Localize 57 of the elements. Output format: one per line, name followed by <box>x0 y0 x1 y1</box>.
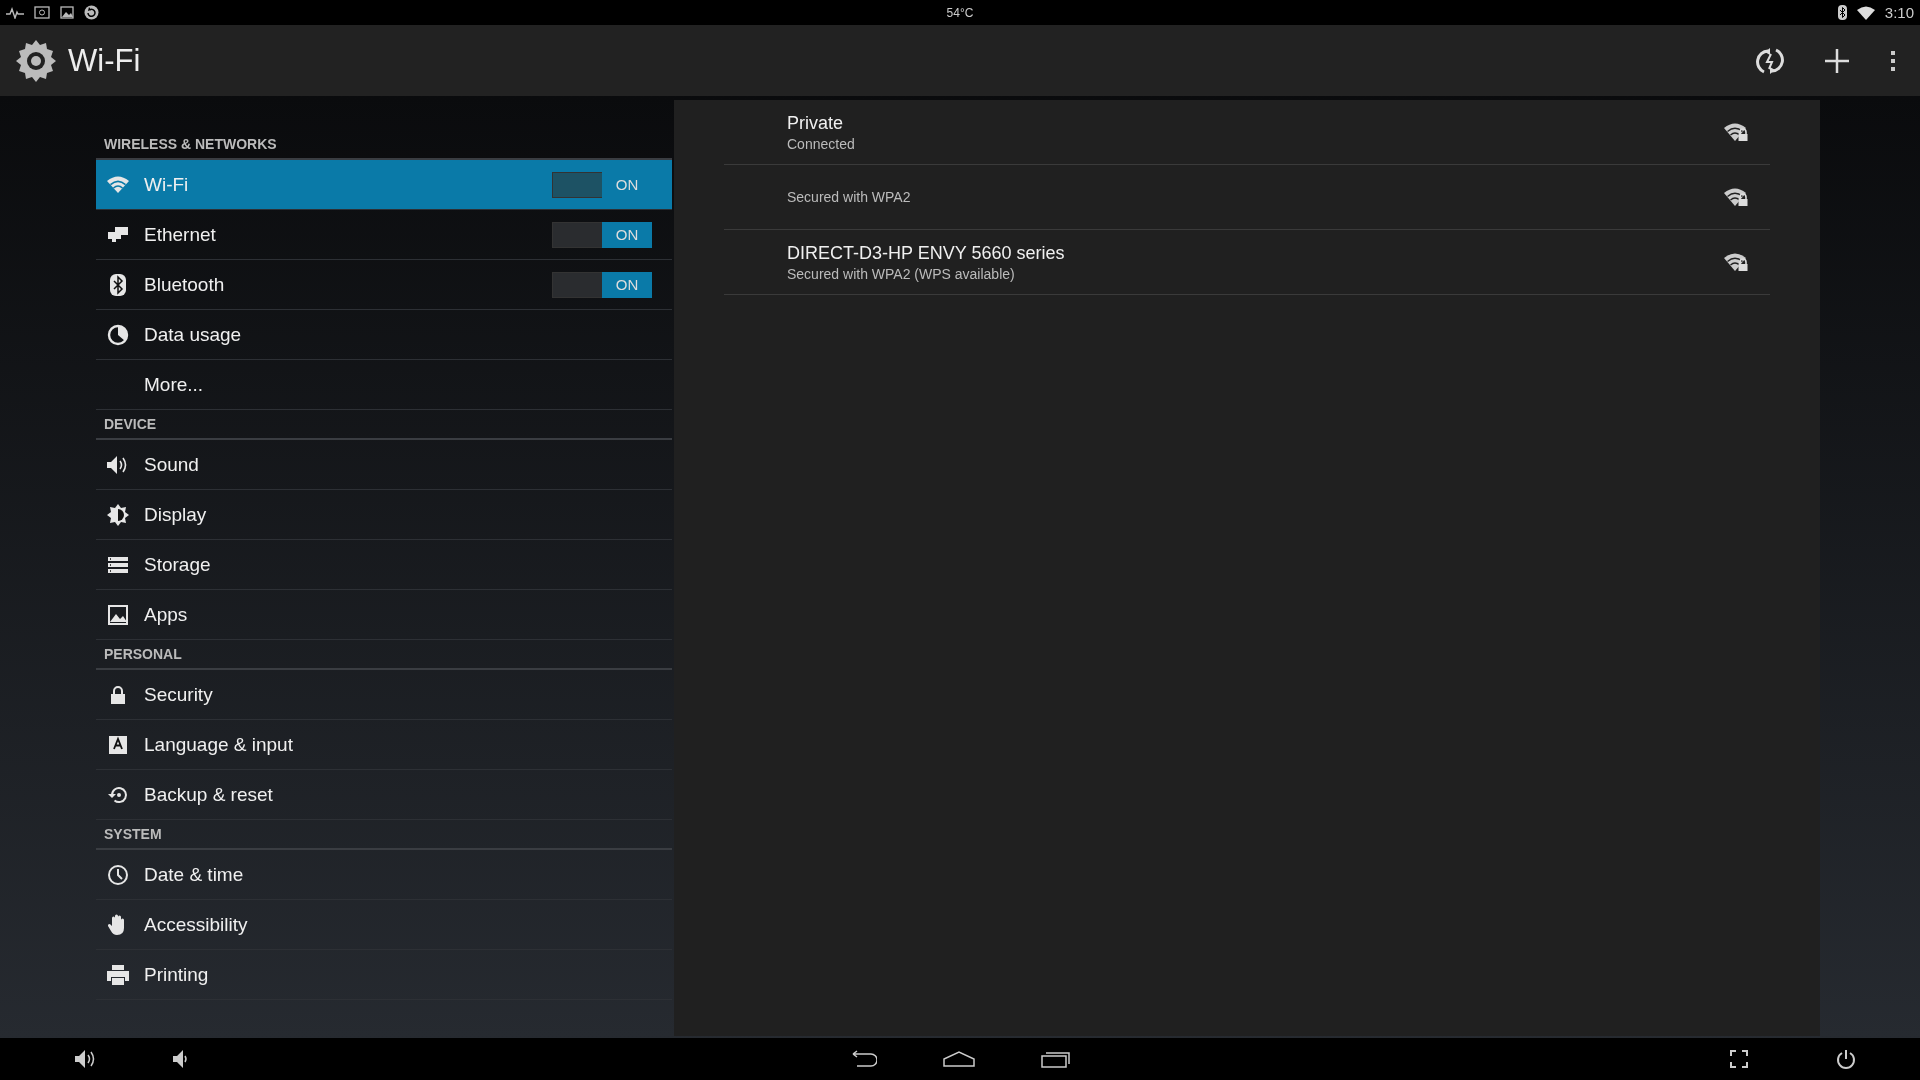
section-header: SYSTEM <box>96 820 672 850</box>
ethernet-icon <box>107 225 129 244</box>
network-item[interactable]: DIRECT-D3-HP ENVY 5660 series Secured with WPA2 (WPS available) <box>724 230 1770 295</box>
bluetooth-icon <box>1837 5 1847 20</box>
screenshot-icon <box>34 6 50 19</box>
section-header: PERSONAL <box>96 640 672 670</box>
toggle-switch[interactable]: ON <box>552 221 652 248</box>
settings-item[interactable]: Storage <box>96 540 672 590</box>
settings-item[interactable]: Language & input <box>96 720 672 770</box>
wifi-signal-icon <box>1856 5 1875 20</box>
overflow-menu-icon <box>1890 49 1896 72</box>
pulse-icon <box>6 6 24 19</box>
clock-text: 3:10 <box>1884 4 1914 21</box>
settings-item[interactable]: Date & time <box>96 850 672 900</box>
volume-down-icon <box>172 1049 188 1069</box>
brightness-icon <box>107 503 129 526</box>
settings-item[interactable]: Apps <box>96 590 672 640</box>
home-icon <box>943 1051 975 1067</box>
wifi-icon <box>107 175 129 194</box>
toggle-switch[interactable]: ON <box>552 171 652 198</box>
power-icon <box>1836 1049 1856 1069</box>
settings-item[interactable]: Bluetooth ON <box>96 260 672 310</box>
settings-item[interactable]: Accessibility <box>96 900 672 950</box>
secured-wifi-icon <box>1724 187 1750 207</box>
printer-icon <box>106 963 130 986</box>
bluetooth-icon <box>110 273 126 296</box>
pie-chart-icon <box>107 323 129 346</box>
secured-wifi-icon <box>1724 252 1750 272</box>
toggle-switch[interactable]: ON <box>552 271 652 298</box>
settings-item[interactable]: Ethernet ON <box>96 210 672 260</box>
keyboard-letter-icon <box>108 734 128 755</box>
recent-apps-icon <box>1041 1050 1071 1068</box>
settings-item[interactable]: Backup & reset <box>96 770 672 820</box>
storage-icon <box>108 555 128 574</box>
section-header: DEVICE <box>96 410 672 440</box>
settings-item[interactable]: Data usage <box>96 310 672 360</box>
image-icon <box>108 604 128 625</box>
fullscreen-icon <box>1730 1050 1748 1068</box>
image-icon <box>60 6 74 19</box>
network-item[interactable]: Private Connected <box>724 100 1770 165</box>
settings-item[interactable]: More... <box>96 360 672 410</box>
secured-wifi-icon <box>1724 122 1750 142</box>
refresh-icon <box>84 5 99 20</box>
network-item[interactable]: Secured with WPA2 <box>724 165 1770 230</box>
temperature-text: 54°C <box>946 5 974 20</box>
settings-item[interactable]: Printing <box>96 950 672 1000</box>
plus-icon <box>1824 47 1850 74</box>
settings-item[interactable]: Sound <box>96 440 672 490</box>
settings-item[interactable]: Security <box>96 670 672 720</box>
wps-icon <box>1756 45 1784 76</box>
settings-item[interactable]: Wi-Fi ON <box>96 160 672 210</box>
screen-title: Wi-Fi <box>68 42 142 79</box>
restore-icon <box>107 784 129 805</box>
settings-icon <box>14 38 58 83</box>
lock-icon <box>110 684 126 705</box>
clock-icon <box>107 863 129 886</box>
settings-item[interactable]: Display <box>96 490 672 540</box>
